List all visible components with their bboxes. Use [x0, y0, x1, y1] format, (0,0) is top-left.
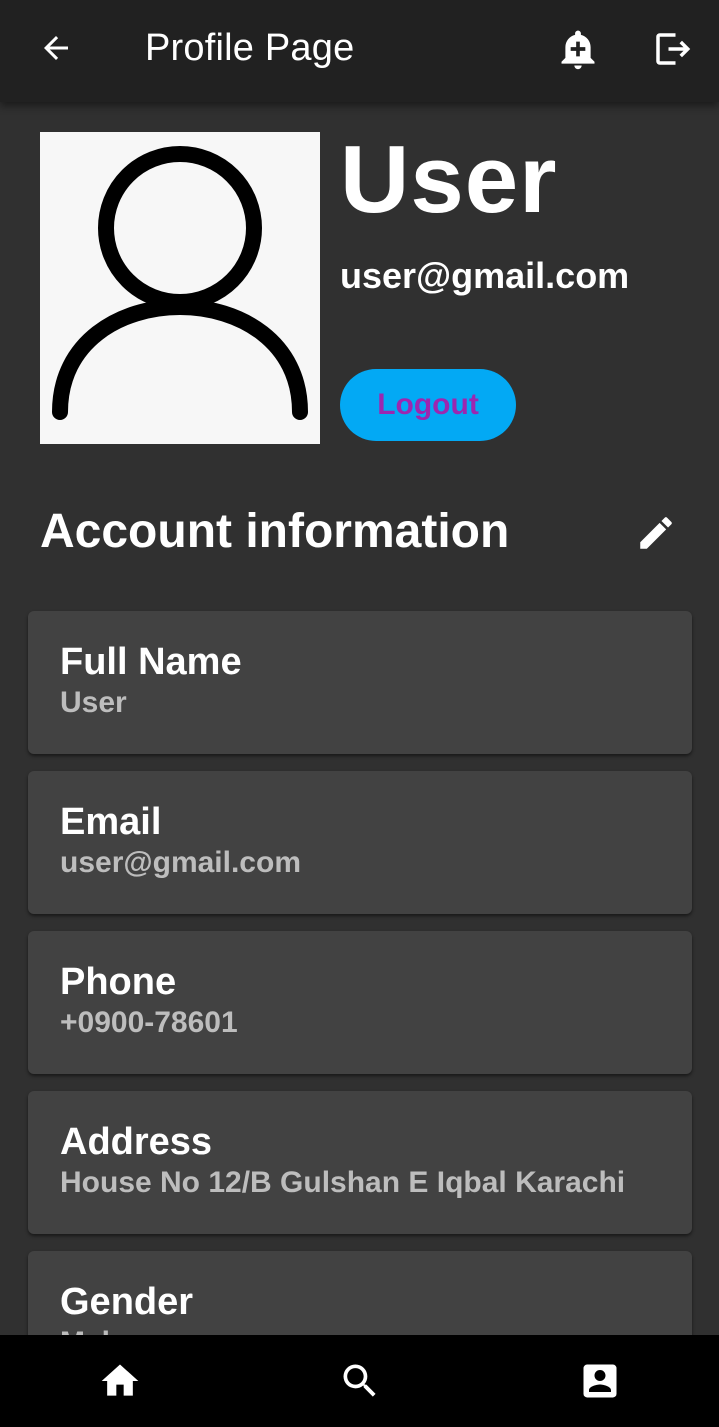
add-alert-button[interactable]	[548, 22, 608, 76]
edit-button[interactable]	[626, 506, 686, 560]
nav-profile[interactable]	[560, 1353, 640, 1409]
exit-button[interactable]	[640, 22, 704, 76]
info-card-phone: Phone +0900-78601	[28, 931, 692, 1074]
profile-email: user@gmail.com	[340, 255, 630, 296]
card-value: +0900-78601	[60, 1006, 238, 1039]
arrow-back-icon	[44, 36, 68, 60]
page-title: Profile Page	[145, 27, 355, 69]
card-label: Full Name	[60, 641, 242, 683]
back-button[interactable]	[24, 22, 88, 74]
card-label: Email	[60, 801, 162, 843]
add-alert-icon	[561, 30, 595, 70]
info-card-email: Email user@gmail.com	[28, 771, 692, 914]
card-label: Gender	[60, 1281, 194, 1323]
account-info-list: Full Name User Email user@gmail.com Phon…	[28, 611, 692, 1411]
person-outline-icon	[52, 146, 308, 420]
section-title: Account information	[40, 505, 510, 558]
exit-to-app-icon	[656, 33, 691, 65]
logout-button[interactable]: Logout	[340, 369, 516, 441]
avatar	[40, 132, 320, 444]
profile-screen: Profile Page User user@gmail.com Logout …	[0, 0, 719, 1427]
card-label: Address	[60, 1121, 213, 1163]
account-box-icon	[583, 1364, 617, 1398]
app-bar: Profile Page	[0, 0, 719, 102]
edit-pencil-icon	[640, 517, 672, 549]
card-label: Phone	[60, 961, 177, 1003]
info-card-address: Address House No 12/B Gulshan E Iqbal Ka…	[28, 1091, 692, 1234]
info-card-full-name: Full Name User	[28, 611, 692, 754]
card-value: user@gmail.com	[60, 846, 301, 879]
card-value: User	[60, 686, 127, 719]
card-value: House No 12/B Gulshan E Iqbal Karachi	[60, 1166, 626, 1199]
bottom-navigation	[0, 1335, 719, 1427]
profile-name: User	[340, 126, 558, 233]
home-icon	[101, 1364, 139, 1396]
search-icon	[343, 1364, 376, 1397]
nav-home[interactable]	[80, 1353, 160, 1409]
nav-search[interactable]	[320, 1353, 400, 1409]
